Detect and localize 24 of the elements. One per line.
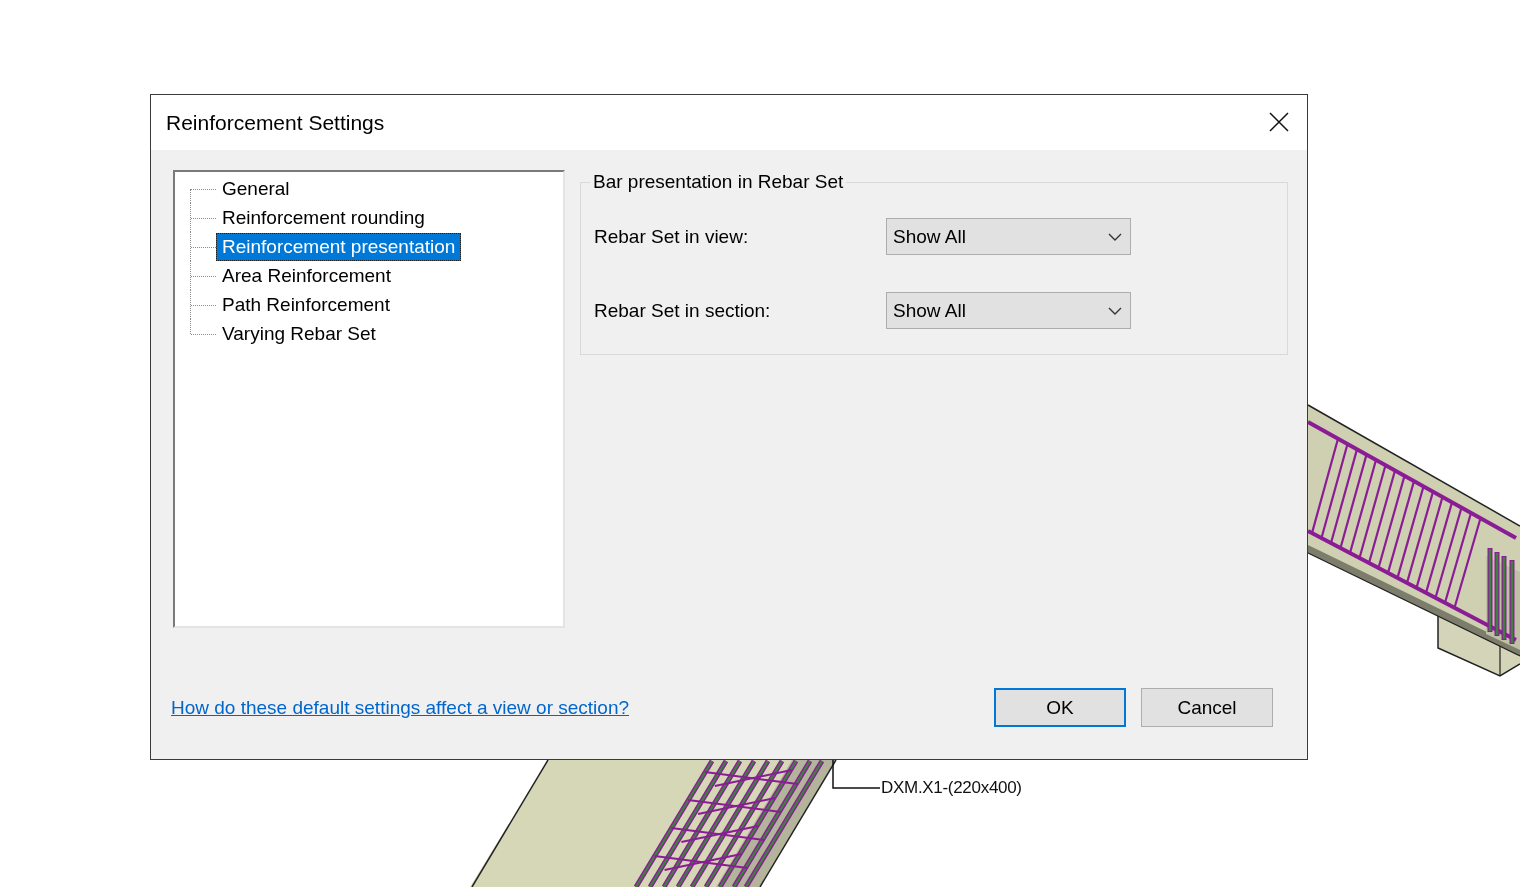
tree-item[interactable]: Reinforcement rounding [216, 203, 431, 232]
tree-connector-line [190, 290, 216, 319]
leader-line [832, 759, 881, 789]
field-label: Rebar Set in view: [594, 225, 750, 248]
help-link[interactable]: How do these default settings affect a view or section? [171, 696, 630, 719]
dialog-button[interactable]: Cancel [1141, 688, 1273, 727]
dropdown[interactable]: Show All [886, 292, 1131, 329]
beam-tag-label: DXM.X1-(220x400) [881, 778, 1022, 798]
tree-item[interactable]: General [216, 174, 296, 203]
chevron-down-icon [1108, 232, 1122, 241]
chevron-down-icon [1108, 306, 1122, 315]
tree-item[interactable]: Area Reinforcement [216, 261, 397, 290]
tree-connector-line [190, 232, 216, 261]
close-icon [1269, 111, 1289, 132]
tree-item[interactable]: Varying Rebar Set [216, 319, 382, 348]
tree-item[interactable]: Path Reinforcement [216, 290, 396, 319]
tree-item[interactable]: Reinforcement presentation [216, 232, 462, 261]
tree-connector-line [190, 261, 216, 290]
window-title: Reinforcement Settings [166, 110, 385, 135]
tree-connector-line [190, 203, 216, 232]
field-label: Rebar Set in section: [594, 299, 772, 322]
group-title: Bar presentation in Rebar Set [592, 171, 845, 193]
dialog-button[interactable]: OK [994, 688, 1126, 727]
dropdown[interactable]: Show All [886, 218, 1131, 255]
